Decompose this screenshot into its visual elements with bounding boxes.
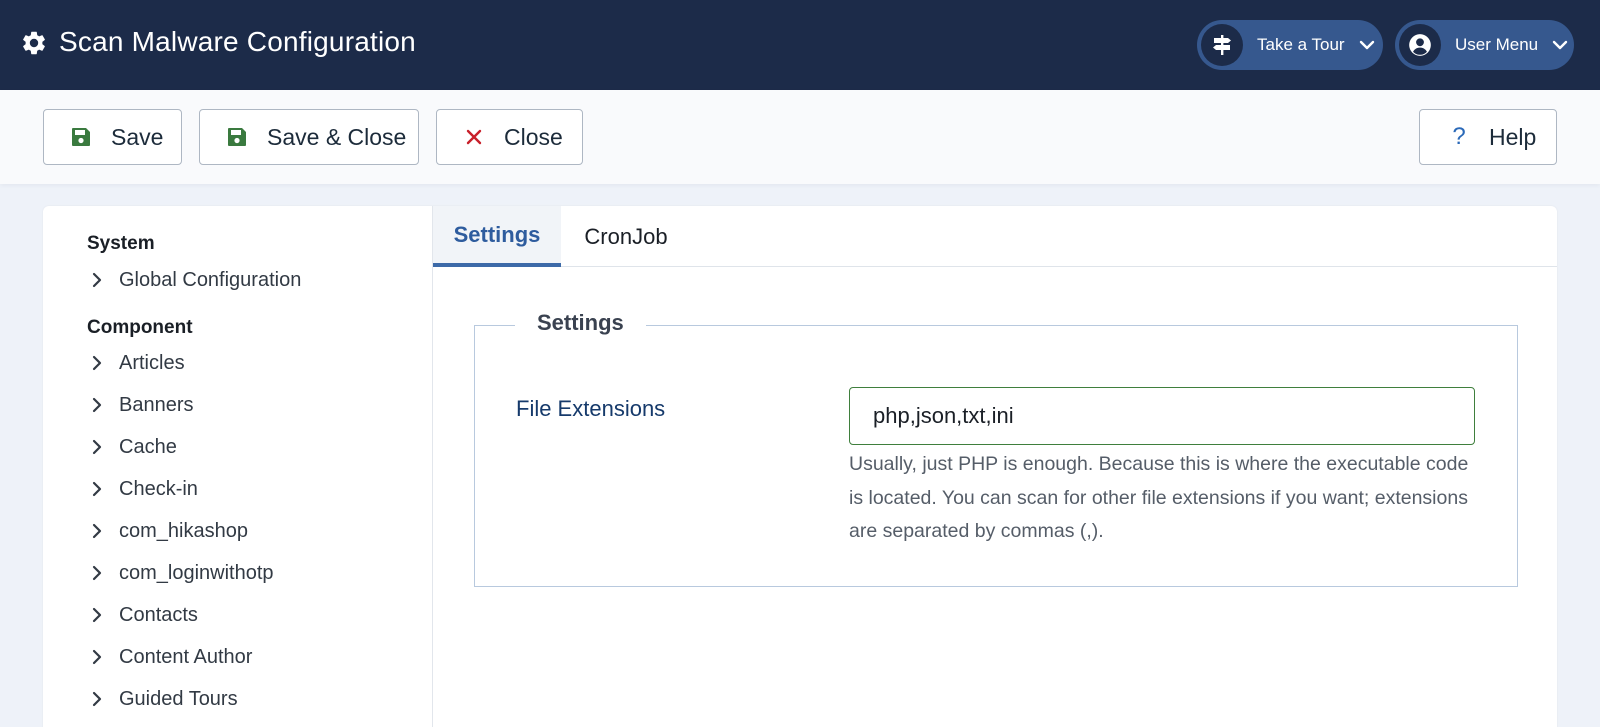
sidebar-item-guided-tours[interactable]: Guided Tours (89, 685, 238, 713)
floppy-disk-icon (225, 125, 249, 149)
sidebar-item-label: Articles (119, 351, 185, 374)
save-button[interactable]: Save (43, 109, 182, 165)
question-mark-icon: ? (1452, 123, 1466, 150)
top-header: Scan Malware Configuration Take a Tour U… (0, 0, 1600, 90)
gear-icon (23, 31, 45, 55)
file-extensions-help-text: Usually, just PHP is enough. Because thi… (849, 453, 1469, 542)
chevron-right-icon (92, 607, 102, 623)
sidebar-item-label: Content Author (119, 645, 253, 668)
user-circle-icon (1399, 24, 1441, 66)
tab-settings[interactable]: Settings (433, 206, 561, 267)
signpost-icon (1201, 24, 1243, 66)
tab-bar: Settings CronJob (433, 206, 1557, 267)
file-extensions-label: File Extensions (516, 396, 666, 421)
sidebar-item-articles[interactable]: Articles (89, 349, 185, 377)
sidebar-item-check-in[interactable]: Check-in (89, 475, 198, 503)
close-button[interactable]: Close (436, 109, 583, 165)
tab-cronjob[interactable]: CronJob (561, 206, 691, 267)
chevron-right-icon (92, 481, 102, 497)
chevron-right-icon (92, 355, 102, 371)
chevron-right-icon (92, 649, 102, 665)
file-extensions-input[interactable] (849, 387, 1475, 445)
toolbar: Save Save & Close Close ? Help (0, 90, 1600, 184)
floppy-disk-icon (69, 125, 93, 149)
take-a-tour-button[interactable]: Take a Tour (1197, 20, 1383, 70)
chevron-right-icon (92, 439, 102, 455)
help-label: Help (1489, 123, 1537, 150)
sidebar-item-contacts[interactable]: Contacts (89, 601, 198, 629)
chevron-right-icon (92, 272, 102, 288)
sidebar-item-content-author[interactable]: Content Author (89, 643, 252, 671)
sidebar-item-label: Global Configuration (119, 268, 302, 291)
fieldset-legend: Settings (515, 310, 646, 336)
main-card: System Global Configuration Component Ar… (43, 206, 1557, 727)
sidebar-item-com-loginwithotp[interactable]: com_loginwithotp (89, 559, 274, 587)
page-title: Scan Malware Configuration (59, 26, 416, 57)
help-button[interactable]: ? Help (1419, 109, 1557, 165)
sidebar-item-cache[interactable]: Cache (89, 433, 177, 461)
chevron-right-icon (92, 691, 102, 707)
component-sidebar: System Global Configuration Component Ar… (43, 206, 433, 727)
sidebar-item-label: Guided Tours (119, 687, 238, 710)
chevron-down-icon (1552, 40, 1568, 50)
sidebar-item-label: com_loginwithotp (119, 561, 274, 584)
save-and-close-button[interactable]: Save & Close (199, 109, 419, 165)
chevron-right-icon (92, 397, 102, 413)
user-menu-label: User Menu (1455, 35, 1539, 54)
sidebar-item-label: com_hikashop (119, 519, 248, 542)
sidebar-group-system: System (87, 233, 155, 254)
close-label: Close (504, 123, 563, 150)
sidebar-item-label: Cache (119, 435, 177, 458)
chevron-right-icon (92, 523, 102, 539)
save-label: Save (111, 123, 164, 150)
user-menu-button[interactable]: User Menu (1395, 20, 1574, 70)
sidebar-item-global-configuration[interactable]: Global Configuration (89, 266, 301, 294)
sidebar-group-component: Component (87, 317, 193, 338)
sidebar-item-com-hikashop[interactable]: com_hikashop (89, 517, 248, 545)
sidebar-item-banners[interactable]: Banners (89, 391, 194, 419)
sidebar-item-label: Banners (119, 393, 194, 416)
sidebar-item-label: Contacts (119, 603, 198, 626)
take-a-tour-label: Take a Tour (1257, 35, 1345, 54)
close-icon (462, 125, 486, 149)
sidebar-item-label: Check-in (119, 477, 198, 500)
chevron-down-icon (1359, 40, 1374, 50)
chevron-right-icon (92, 565, 102, 581)
settings-fieldset: Settings File Extensions Usually, just P… (474, 310, 1518, 587)
save-and-close-label: Save & Close (267, 123, 407, 150)
